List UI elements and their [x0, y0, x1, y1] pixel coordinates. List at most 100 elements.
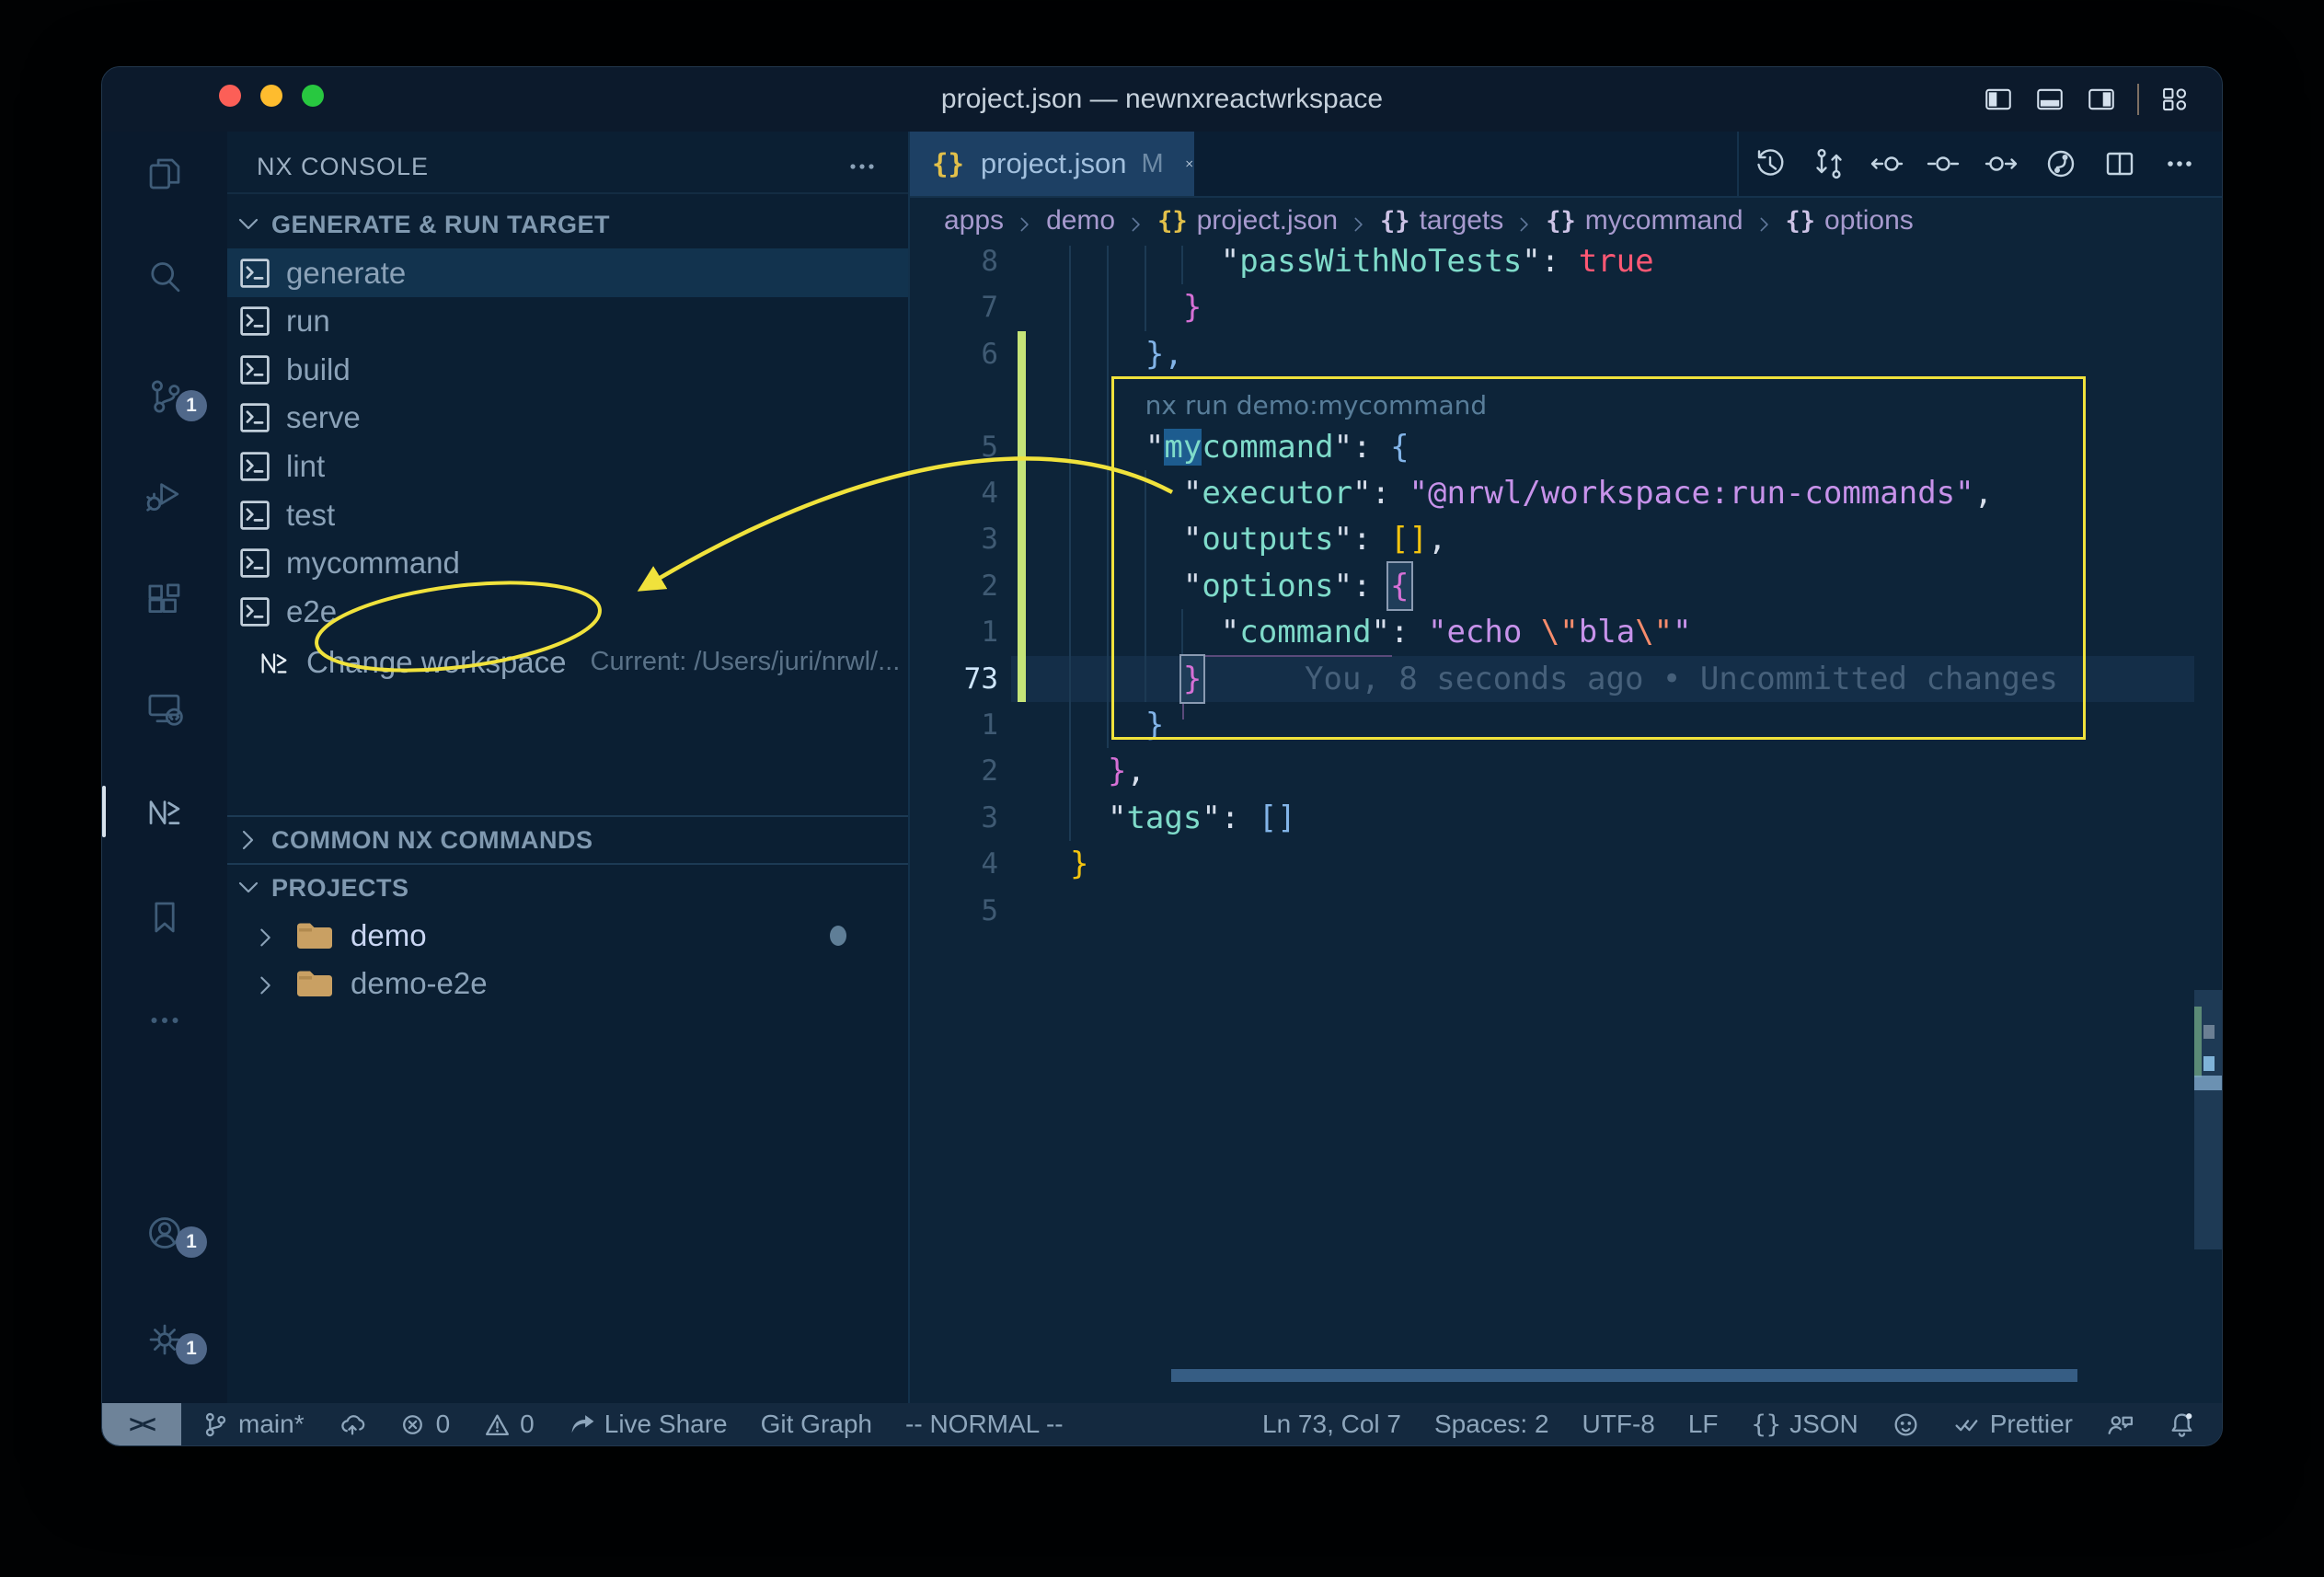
code-line[interactable]: 3 "tags": [] — [910, 795, 2223, 841]
target-label: lint — [286, 449, 325, 484]
error-icon — [399, 1410, 428, 1439]
status-live-share[interactable]: Live Share — [568, 1410, 728, 1439]
horizontal-scrollbar[interactable] — [1171, 1369, 2077, 1382]
tab-project-json[interactable]: {} project.json M — [910, 132, 1194, 196]
toggle-secondary-sidebar-icon[interactable] — [2086, 84, 2117, 115]
code-line[interactable]: 1 "command": "echo \"bla\"" — [910, 609, 2223, 655]
code-line[interactable]: 7 } — [910, 284, 2223, 330]
section-projects[interactable]: PROJECTS — [227, 865, 908, 911]
line-number: 73 — [910, 656, 998, 702]
status-label: 0 — [520, 1410, 535, 1439]
terminal-icon — [238, 450, 271, 483]
breadcrumb-item[interactable]: apps — [944, 205, 1004, 236]
target-item-build[interactable]: build — [227, 345, 908, 394]
remote-indicator[interactable]: >< — [102, 1403, 181, 1445]
code-line[interactable]: 3 "outputs": [], — [910, 516, 2223, 562]
code-line-current[interactable]: 73 }You, 8 seconds ago • Uncommitted cha… — [910, 656, 2223, 702]
target-item-e2e[interactable]: e2e — [227, 587, 908, 636]
status-spaces-2[interactable]: Spaces: 2 — [1434, 1410, 1549, 1439]
code-line[interactable]: 4} — [910, 841, 2223, 887]
target-item-run[interactable]: run — [227, 297, 908, 346]
status-lf[interactable]: LF — [1688, 1410, 1719, 1439]
previous-change-icon[interactable] — [1869, 145, 1905, 182]
code-line[interactable]: 2 "options": { — [910, 563, 2223, 609]
code-line[interactable]: 5 "mycommand": { — [910, 424, 2223, 470]
target-item-mycommand[interactable]: mycommand — [227, 539, 908, 588]
status-json[interactable]: {}JSON — [1752, 1410, 1858, 1439]
status-feedback[interactable] — [2106, 1410, 2134, 1439]
line-number: 4 — [910, 470, 998, 516]
codelens-run-command[interactable]: nx run demo:mycommand — [1145, 383, 1488, 429]
timeline-icon[interactable] — [1752, 145, 1789, 182]
breadcrumb-item[interactable]: demo — [1046, 205, 1115, 236]
token — [1070, 336, 1145, 373]
line-number: 1 — [910, 609, 998, 655]
cloud-upload-icon — [338, 1410, 366, 1439]
token: "@nrwl/workspace:run-commands" — [1409, 475, 1974, 512]
code-line[interactable]: 4 "executor": "@nrwl/workspace:run-comma… — [910, 470, 2223, 516]
target-item-lint[interactable]: lint — [227, 442, 908, 490]
code-line[interactable]: 2 }, — [910, 748, 2223, 794]
terminal-icon — [238, 257, 271, 290]
status-prettier[interactable]: Prettier — [1953, 1410, 2073, 1439]
tab-close-icon[interactable] — [1184, 150, 1194, 178]
open-changes-icon[interactable] — [1925, 145, 1962, 182]
next-change-icon[interactable] — [1983, 145, 2019, 182]
activity-item-extensions[interactable] — [102, 573, 227, 627]
code-line[interactable]: 8 "passWithNoTests": true — [910, 246, 2223, 284]
nx-logo-icon — [255, 645, 293, 680]
target-item-test[interactable]: test — [227, 490, 908, 539]
gitlens-graph-icon[interactable] — [2042, 145, 2079, 182]
activity-item-remote-explorer[interactable] — [102, 682, 227, 735]
status-ln-73-col-7[interactable]: Ln 73, Col 7 — [1262, 1410, 1401, 1439]
terminal-icon — [238, 595, 271, 628]
target-item-serve[interactable]: serve — [227, 394, 908, 443]
section-common-nx-commands[interactable]: COMMON NX COMMANDS — [227, 817, 908, 863]
code-line[interactable]: 6 }, — [910, 331, 2223, 377]
breadcrumb-item[interactable]: mycommand — [1585, 205, 1743, 236]
activity-item-source-control[interactable]: 1 — [102, 370, 227, 423]
section-generate-run-target[interactable]: GENERATE & RUN TARGET — [227, 201, 908, 247]
feedback-icon — [2106, 1410, 2134, 1439]
activity-item-accounts[interactable]: 1 — [102, 1206, 227, 1260]
status-bell-dot[interactable] — [2168, 1410, 2196, 1439]
activity-item-search[interactable] — [102, 251, 227, 305]
sidebar-more-actions-icon[interactable] — [834, 148, 890, 185]
breadcrumb-item[interactable]: project.json — [1197, 205, 1338, 236]
compare-changes-icon[interactable] — [1811, 145, 1847, 182]
customize-layout-icon[interactable] — [2159, 84, 2191, 115]
project-item-demo-e2e[interactable]: demo-e2e — [227, 960, 908, 1007]
token: } — [1108, 753, 1126, 789]
toggle-primary-sidebar-icon[interactable] — [1983, 84, 2014, 115]
change-workspace-item[interactable]: Change workspaceCurrent: /Users/juri/nrw… — [227, 638, 908, 686]
activity-item-more[interactable] — [102, 994, 227, 1047]
status-git-graph[interactable]: Git Graph — [761, 1410, 872, 1439]
code-editor[interactable]: 8 "passWithNoTests": true7 }6 },nx run d… — [910, 246, 2223, 1403]
nx-console-icon — [144, 790, 186, 833]
token — [1070, 661, 1183, 697]
more-actions-icon[interactable] — [2161, 145, 2198, 182]
breadcrumb-item[interactable]: targets — [1420, 205, 1504, 236]
activity-item-explorer[interactable] — [102, 147, 227, 201]
status-main[interactable]: main* — [201, 1410, 305, 1439]
token: } — [1145, 707, 1164, 743]
code-line[interactable]: nx run demo:mycommand — [910, 377, 2223, 423]
activity-item-settings[interactable]: 1 — [102, 1313, 227, 1366]
target-item-generate[interactable]: generate — [227, 248, 908, 297]
activity-item-bookmarks[interactable] — [102, 891, 227, 944]
status-0[interactable]: 0 — [483, 1410, 535, 1439]
project-item-demo[interactable]: demo — [227, 912, 908, 960]
status-cloud-upload[interactable] — [338, 1410, 366, 1439]
status-utf-8[interactable]: UTF-8 — [1582, 1410, 1655, 1439]
split-editor-icon[interactable] — [2101, 145, 2138, 182]
code-line[interactable]: 5 — [910, 888, 2223, 934]
activity-item-nx-console[interactable] — [102, 785, 227, 838]
activity-item-run-debug[interactable] — [102, 467, 227, 521]
status-0[interactable]: 0 — [399, 1410, 451, 1439]
code-line[interactable]: 1 } — [910, 702, 2223, 748]
toggle-panel-icon[interactable] — [2034, 84, 2065, 115]
activity-bar: 1 1 1 — [102, 132, 227, 1403]
status-normal[interactable]: -- NORMAL -- — [905, 1410, 1064, 1439]
status-octoface[interactable] — [1892, 1410, 1920, 1439]
breadcrumb-item[interactable]: options — [1824, 205, 1914, 236]
